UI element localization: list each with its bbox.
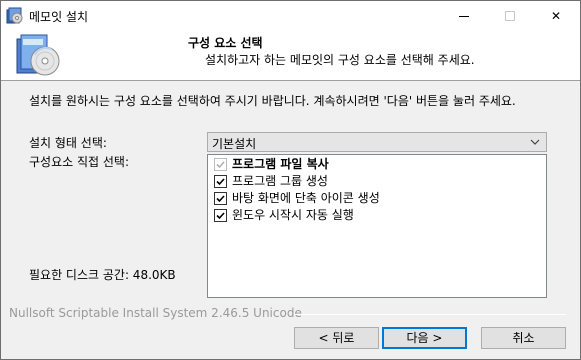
- checkbox-copy-files: [214, 158, 227, 171]
- component-label: 프로그램 파일 복사: [232, 157, 329, 171]
- component-select-label: 구성요소 직접 선택:: [29, 155, 129, 169]
- close-button[interactable]: ✕: [533, 1, 579, 31]
- next-button[interactable]: 다음 >: [382, 327, 467, 349]
- minimize-button[interactable]: [441, 1, 487, 31]
- component-label: 바탕 화면에 단축 아이콘 생성: [232, 191, 380, 205]
- disk-space-label: 필요한 디스크 공간: 48.0KB: [29, 268, 176, 282]
- component-item-autostart[interactable]: 윈도우 시작시 자동 실행: [214, 207, 534, 223]
- maximize-icon: [505, 11, 515, 21]
- checkbox-autostart[interactable]: [214, 209, 227, 222]
- component-label: 프로그램 그룹 생성: [232, 174, 328, 188]
- instructions-text: 설치를 원하시는 구성 요소를 선택하여 주시기 바랍니다. 계속하시려면 '다…: [29, 94, 516, 108]
- install-type-label: 설치 형태 선택:: [29, 136, 107, 150]
- chevron-down-icon: [530, 139, 540, 145]
- page-title: 구성 요소 선택: [188, 36, 263, 50]
- page-header: 구성 요소 선택 설치하고자 하는 메모잇의 구성 요소를 선택해 주세요.: [1, 31, 580, 81]
- footer-divider: [294, 314, 566, 315]
- install-type-value: 기본설치: [212, 137, 257, 151]
- cancel-button[interactable]: 취소: [481, 327, 566, 349]
- close-icon: ✕: [550, 9, 562, 23]
- checkbox-program-group[interactable]: [214, 175, 227, 188]
- component-item-copy-files: 프로그램 파일 복사: [214, 156, 534, 172]
- component-label: 윈도우 시작시 자동 실행: [232, 208, 354, 222]
- installer-brand: Nullsoft Scriptable Install System 2.46.…: [9, 306, 302, 320]
- install-type-dropdown[interactable]: 기본설치: [207, 132, 547, 152]
- title-bar: 메모잇 설치 ✕: [1, 1, 580, 31]
- minimize-icon: [459, 16, 469, 17]
- back-button[interactable]: < 뒤로: [294, 327, 379, 349]
- component-tree[interactable]: 프로그램 파일 복사 프로그램 그룹 생성 바탕 화면에 단축 아이콘 생성 윈…: [207, 154, 547, 298]
- installer-window: 메모잇 설치 ✕ 구성 요소 선택 설치하고자 하는 메모잇의 구성 요소를 선…: [0, 0, 581, 360]
- component-item-program-group[interactable]: 프로그램 그룹 생성: [214, 173, 534, 189]
- checkbox-desktop-shortcut[interactable]: [214, 192, 227, 205]
- component-item-desktop-shortcut[interactable]: 바탕 화면에 단축 아이콘 생성: [214, 190, 534, 206]
- maximize-button: [487, 1, 533, 31]
- cd-package-icon: [16, 34, 60, 76]
- installer-cd-icon: [6, 7, 23, 24]
- window-title: 메모잇 설치: [29, 10, 89, 24]
- page-subtitle: 설치하고자 하는 메모잇의 구성 요소를 선택해 주세요.: [205, 53, 475, 67]
